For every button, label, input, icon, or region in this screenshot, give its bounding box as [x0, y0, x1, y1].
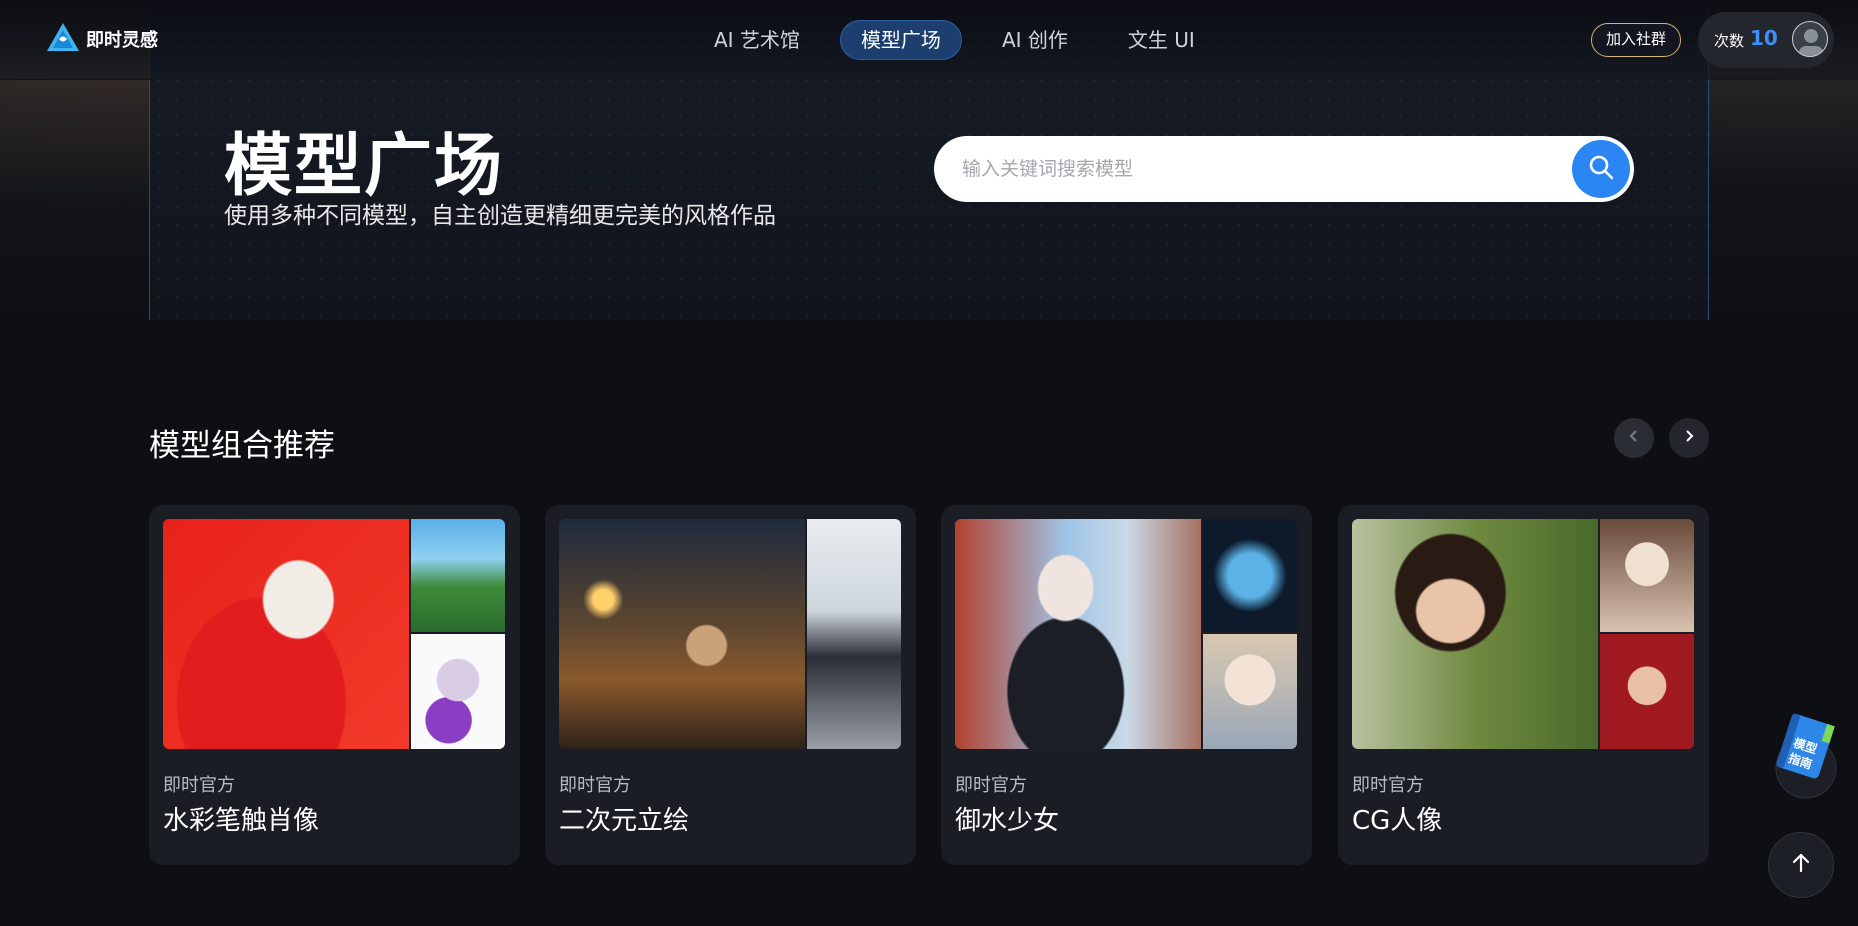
card-main-image — [955, 519, 1201, 749]
tab-text-to-ui[interactable]: 文生 UI — [1108, 20, 1215, 60]
card-title: 水彩笔触肖像 — [163, 806, 320, 836]
card-author: 即时官方 — [1352, 775, 1424, 796]
card-main-image — [559, 519, 805, 749]
card-image-collage — [1352, 519, 1694, 749]
card-thumb-image — [1600, 519, 1694, 632]
card-title: 御水少女 — [955, 806, 1060, 836]
card-title: 二次元立绘 — [559, 806, 690, 836]
model-card[interactable]: 即时官方 御水少女 — [941, 505, 1312, 865]
card-thumb-image — [1203, 519, 1297, 632]
top-nav: 即时灵感 AI 艺术馆 模型广场 AI 创作 文生 UI 加入社群 次数 10 — [0, 0, 1858, 80]
card-title: CG人像 — [1352, 806, 1443, 836]
count-value: 10 — [1750, 26, 1778, 50]
card-main-image — [1352, 519, 1598, 749]
section-title: 模型组合推荐 — [149, 428, 335, 464]
search-input[interactable] — [962, 154, 1542, 184]
chevron-left-icon — [1626, 428, 1642, 448]
count-label: 次数 — [1714, 32, 1745, 50]
page-subtitle: 使用多种不同模型，自主创造更精细更完美的风格作品 — [224, 203, 776, 229]
page: 即时灵感 AI 艺术馆 模型广场 AI 创作 文生 UI 加入社群 次数 10 … — [0, 0, 1858, 926]
usage-count: 次数 10 — [1698, 12, 1834, 68]
join-community-button[interactable]: 加入社群 — [1591, 23, 1681, 57]
tab-ai-create[interactable]: AI 创作 — [982, 20, 1088, 60]
page-title: 模型广场 — [224, 128, 505, 204]
chevron-right-icon — [1681, 428, 1697, 448]
nav-tabs: AI 艺术馆 模型广场 AI 创作 文生 UI — [694, 20, 1215, 60]
card-image-collage — [559, 519, 901, 749]
model-card[interactable]: 即时官方 CG人像 — [1338, 505, 1709, 865]
search-box — [934, 136, 1634, 202]
card-author: 即时官方 — [163, 775, 235, 796]
model-card[interactable]: 即时官方 水彩笔触肖像 — [149, 505, 520, 865]
carousel-next-button[interactable] — [1669, 418, 1709, 458]
model-guide-button[interactable]: 模型 指南 — [1768, 710, 1838, 800]
tab-ai-gallery[interactable]: AI 艺术馆 — [694, 20, 820, 60]
card-image-collage — [163, 519, 505, 749]
card-author: 即时官方 — [559, 775, 631, 796]
card-image-collage — [955, 519, 1297, 749]
card-thumb-image — [411, 519, 505, 632]
card-thumb-image — [807, 519, 901, 749]
card-main-image — [163, 519, 409, 749]
card-thumb-image — [1203, 634, 1297, 749]
logo-text: 即时灵感 — [86, 30, 158, 51]
card-thumb-image — [1600, 634, 1694, 749]
back-to-top-button[interactable] — [1768, 832, 1834, 898]
model-card[interactable]: 即时官方 二次元立绘 — [545, 505, 916, 865]
logo-icon — [46, 22, 80, 56]
card-author: 即时官方 — [955, 775, 1027, 796]
avatar[interactable] — [1792, 21, 1828, 57]
carousel-prev-button[interactable] — [1614, 418, 1654, 458]
search-button[interactable] — [1572, 140, 1630, 198]
tab-model-square[interactable]: 模型广场 — [839, 20, 962, 60]
search-icon — [1587, 153, 1615, 185]
logo[interactable]: 即时灵感 — [46, 22, 158, 56]
arrow-up-icon — [1789, 851, 1813, 879]
card-thumb-image — [411, 634, 505, 749]
